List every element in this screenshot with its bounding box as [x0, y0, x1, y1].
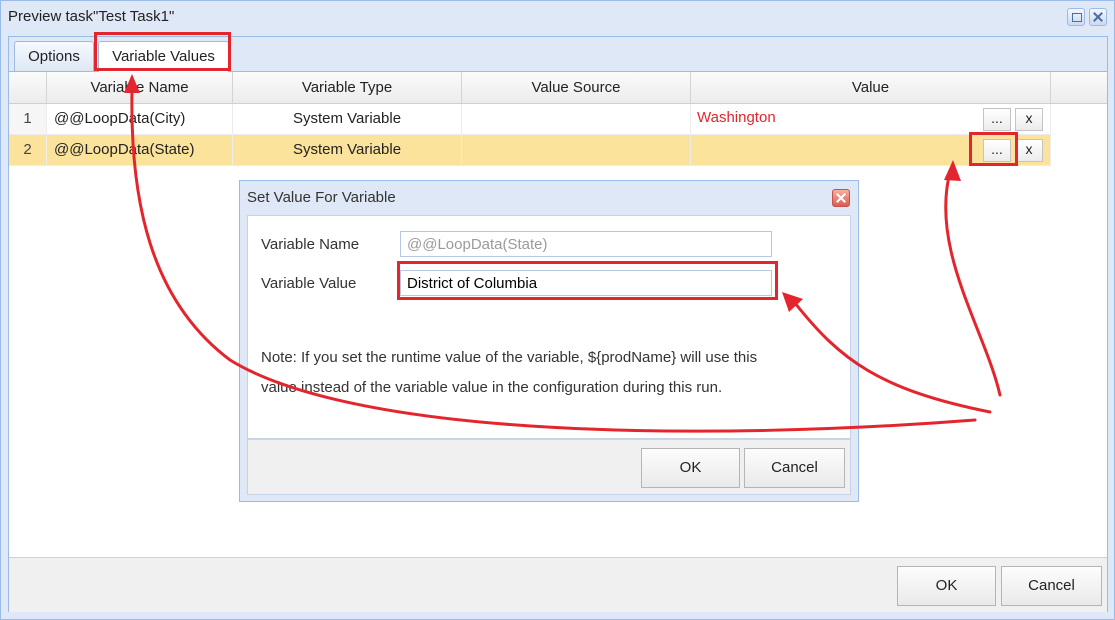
note-line-2: value instead of the variable value in t… [261, 379, 723, 396]
dialog-cancel-button[interactable]: Cancel [744, 448, 845, 488]
variable-value-field[interactable] [400, 270, 772, 296]
variable-value-label: Variable Value [261, 275, 357, 292]
maximize-icon[interactable] [1067, 8, 1085, 26]
tab-bar: Options Variable Values [9, 37, 1107, 72]
edit-value-button[interactable]: ... [983, 139, 1011, 162]
variable-name-cell: @@LoopData(City) [47, 104, 233, 134]
variable-name-field[interactable] [400, 231, 772, 257]
clear-value-button[interactable]: x [1015, 108, 1043, 131]
title-bar: Preview task"Test Task1" [1, 1, 1114, 33]
window-title: Preview task"Test Task1" [8, 8, 175, 25]
dialog-close-icon[interactable] [832, 189, 850, 207]
window-footer: OK Cancel [9, 557, 1107, 612]
dialog-ok-button[interactable]: OK [641, 448, 740, 488]
variable-name-label: Variable Name [261, 236, 360, 253]
rownum-header [9, 72, 47, 103]
tab-variable-values[interactable]: Variable Values [98, 41, 229, 72]
table-row[interactable]: 1 @@LoopData(City) System Variable Washi… [9, 104, 1051, 135]
edit-value-button[interactable]: ... [983, 108, 1011, 131]
column-header-source[interactable]: Value Source [462, 72, 691, 103]
set-value-dialog: Set Value For Variable Variable Name Var… [239, 180, 859, 502]
note-line-1: Note: If you set the runtime value of th… [261, 349, 758, 366]
column-header-value[interactable]: Value [691, 72, 1051, 103]
column-header-name[interactable]: Variable Name [47, 72, 233, 103]
grid-header: Variable Name Variable Type Value Source… [9, 72, 1107, 104]
value-source-cell [462, 104, 691, 134]
cancel-button[interactable]: Cancel [1001, 566, 1102, 606]
row-number: 2 [9, 135, 47, 165]
dialog-body: Variable Name Variable Value Note: If yo… [247, 215, 851, 439]
dialog-title: Set Value For Variable [247, 189, 396, 206]
close-icon[interactable] [1089, 8, 1107, 26]
variable-type-cell: System Variable [233, 135, 462, 165]
row-number: 1 [9, 104, 47, 134]
table-row[interactable]: 2 @@LoopData(State) System Variable ... … [9, 135, 1051, 166]
column-header-type[interactable]: Variable Type [233, 72, 462, 103]
note-text: Note: If you set the runtime value of th… [261, 343, 821, 403]
ok-button[interactable]: OK [897, 566, 996, 606]
dialog-footer: OK Cancel [247, 439, 851, 495]
value-source-cell [462, 135, 691, 165]
variable-type-cell: System Variable [233, 104, 462, 134]
variable-name-cell: @@LoopData(State) [47, 135, 233, 165]
tab-options[interactable]: Options [14, 41, 94, 71]
clear-value-button[interactable]: x [1015, 139, 1043, 162]
